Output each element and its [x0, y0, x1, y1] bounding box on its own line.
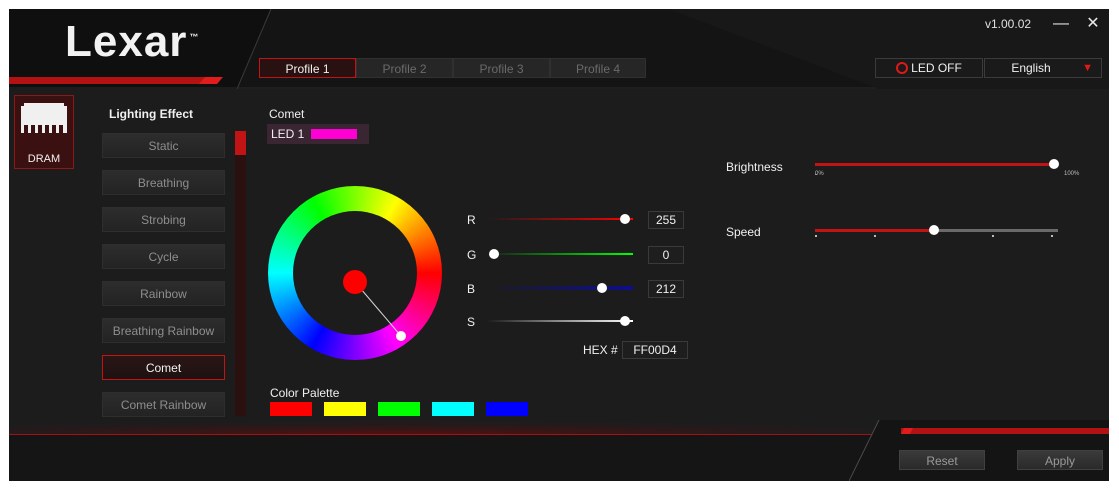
version-label: v1.00.02 — [985, 17, 1032, 31]
device-dram-button[interactable]: DRAM — [14, 95, 74, 169]
color-wheel[interactable] — [267, 185, 443, 361]
hex-label: HEX # — [583, 343, 618, 357]
r-slider-handle[interactable] — [620, 214, 630, 224]
effect-breathing-rainbow[interactable]: Breathing Rainbow — [102, 318, 225, 343]
device-label: DRAM — [27, 153, 61, 165]
language-value: English — [1011, 61, 1051, 75]
minimize-button[interactable]: — — [1051, 13, 1071, 35]
hex-input[interactable]: FF00D4 — [622, 341, 688, 359]
r-label: R — [467, 213, 476, 227]
effect-static[interactable]: Static — [102, 133, 225, 158]
brightness-label: Brightness — [726, 160, 783, 174]
b-label: B — [467, 282, 476, 296]
tab-profile-3[interactable]: Profile 3 — [453, 58, 550, 78]
led-selector[interactable]: LED 1 — [267, 124, 369, 144]
b-slider-handle[interactable] — [597, 283, 607, 293]
wheel-handle[interactable] — [396, 331, 406, 341]
header-bar: Lexar ™ Profile 1 Profile 2 Profile 3 Pro… — [9, 9, 1109, 89]
speed-slider[interactable] — [809, 221, 1069, 241]
effect-panel-title: Comet — [269, 107, 305, 121]
close-button[interactable]: ✕ — [1083, 13, 1103, 35]
r-value-input[interactable]: 255 — [648, 211, 684, 229]
power-ring-icon — [896, 62, 909, 74]
s-slider[interactable] — [487, 313, 635, 329]
lexar-logo: Lexar ™ — [65, 17, 200, 66]
apply-button[interactable]: Apply — [1017, 450, 1103, 470]
r-slider[interactable] — [487, 211, 635, 227]
speed-handle[interactable] — [929, 225, 939, 235]
effect-strobing[interactable]: Strobing — [102, 207, 225, 232]
g-slider-handle[interactable] — [489, 249, 499, 259]
memory-module-icon — [21, 103, 67, 133]
s-label: S — [467, 315, 476, 329]
tab-profile-4[interactable]: Profile 4 — [550, 58, 646, 78]
s-slider-handle[interactable] — [620, 316, 630, 326]
brightness-max-label: 100% — [1064, 171, 1080, 177]
lighting-effect-title: Lighting Effect — [109, 107, 193, 121]
selected-color-dot — [343, 270, 367, 294]
g-label: G — [467, 248, 477, 262]
tab-profile-2[interactable]: Profile 2 — [356, 58, 453, 78]
brightness-handle[interactable] — [1049, 159, 1059, 169]
app-window: Lexar ™ Profile 1 Profile 2 Profile 3 Pro… — [9, 9, 1109, 481]
effect-rainbow[interactable]: Rainbow — [102, 281, 225, 306]
effect-list-scrollbar[interactable] — [235, 131, 246, 416]
effect-breathing[interactable]: Breathing — [102, 170, 225, 195]
language-select[interactable]: English ▼ — [984, 58, 1102, 78]
color-palette-title: Color Palette — [270, 386, 340, 400]
reset-button[interactable]: Reset — [899, 450, 985, 470]
led-color-swatch — [311, 129, 357, 139]
led-label: LED 1 — [271, 127, 305, 141]
b-slider[interactable] — [487, 280, 635, 296]
tab-profile-1[interactable]: Profile 1 — [259, 58, 356, 78]
effect-comet[interactable]: Comet — [102, 355, 225, 380]
effect-cycle[interactable]: Cycle — [102, 244, 225, 269]
b-value-input[interactable]: 212 — [648, 280, 684, 298]
brightness-min-label: 0% — [815, 171, 824, 177]
led-off-label: LED OFF — [911, 61, 962, 75]
dropdown-arrow-icon: ▼ — [1082, 62, 1093, 74]
g-slider[interactable] — [487, 246, 635, 262]
led-off-button[interactable]: LED OFF — [875, 58, 983, 78]
brightness-slider[interactable] — [809, 155, 1069, 175]
speed-label: Speed — [726, 225, 761, 239]
effect-list-scroll-thumb[interactable] — [235, 131, 246, 155]
g-value-input[interactable]: 0 — [648, 246, 684, 264]
